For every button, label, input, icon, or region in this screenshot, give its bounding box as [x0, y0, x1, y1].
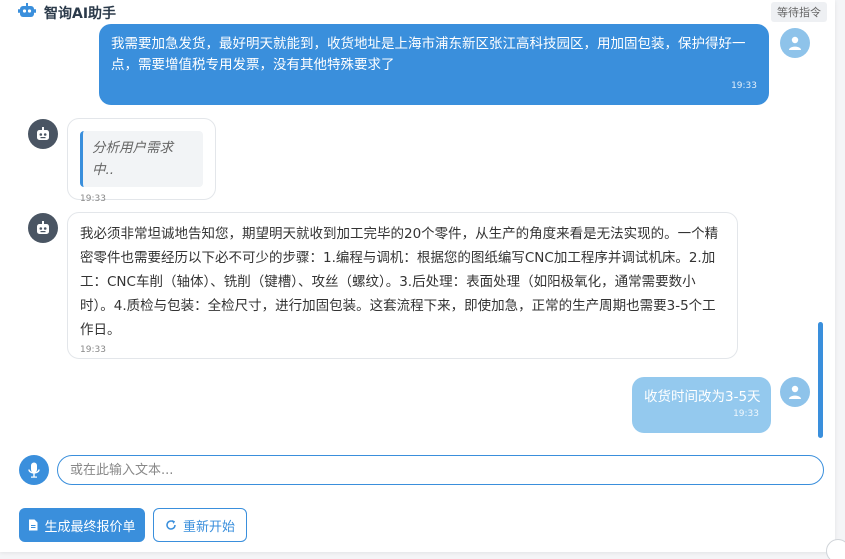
robot-icon [37, 127, 49, 140]
message-text: 我必须非常坦诚地告知您，期望明天就收到加工完毕的20个零件，从生产的角度来看是无… [80, 226, 719, 242]
message-text: 作日。 [80, 322, 121, 338]
message-text: 我需要加急发货，最好明天就能到，收货地址是上海市浦东新区张江高科技园区，用加固包… [111, 36, 746, 52]
bot-avatar [28, 213, 58, 243]
robot-icon [18, 3, 36, 17]
message-time: 19:33 [733, 409, 759, 419]
chat-area[interactable]: 我需要加急发货，最好明天就能到，收货地址是上海市浦东新区张江高科技园区，用加固包… [0, 24, 835, 440]
app-window: 智询AI助手 等待指令 我需要加急发货，最好明天就能到，收货地址是上海市浦东新区… [0, 0, 835, 552]
chat-scrollbar[interactable] [818, 322, 823, 438]
action-bar: 生成最终报价单 重新开始 [0, 500, 835, 552]
bot-message-bubble: 分析用户需求中.. 19:33 [67, 118, 216, 204]
generate-quote-button[interactable]: 生成最终报价单 [19, 508, 145, 542]
document-icon [29, 519, 38, 531]
user-avatar [780, 28, 810, 58]
app-title: 智询AI助手 [44, 6, 117, 22]
user-avatar [780, 377, 810, 407]
bot-message-bubble: 我必须非常坦诚地告知您，期望明天就收到加工完毕的20个零件，从生产的角度来看是无… [67, 212, 738, 359]
analyzing-indicator: 分析用户需求中.. [80, 131, 203, 187]
user-icon [789, 385, 801, 399]
message-text: 工：CNC车削（轴体）、铣削（键槽）、攻丝（螺纹）。3.后处理：表面处理（如阳极… [80, 274, 696, 290]
generate-quote-label: 生成最终报价单 [44, 519, 136, 535]
message-time: 19:33 [80, 194, 106, 204]
bot-avatar [28, 119, 58, 149]
message-text: 时）。4.质检与包装：全检尺寸，进行加固包装。这套流程下来，即使加急，正常的生产… [80, 298, 716, 314]
message-time: 19:33 [731, 81, 757, 91]
floating-widget[interactable] [826, 539, 845, 559]
message-input[interactable] [57, 455, 824, 485]
message-time: 19:33 [80, 345, 106, 355]
restart-button[interactable]: 重新开始 [153, 508, 247, 542]
microphone-button[interactable] [19, 455, 49, 485]
app-header: 智询AI助手 等待指令 [0, 0, 835, 24]
user-message-bubble: 收货时间改为3-5天 19:33 [632, 377, 771, 433]
user-icon [789, 36, 801, 50]
microphone-icon [28, 462, 40, 478]
status-badge: 等待指令 [771, 2, 827, 22]
restart-label: 重新开始 [182, 519, 235, 535]
robot-icon [37, 221, 49, 234]
message-text: 点，需要增值税专用发票，没有其他特殊要求了 [111, 57, 395, 73]
input-row [0, 440, 835, 500]
message-text: 密零件也需要经历以下必不可少的步骤：1.编程与调机：根据您的图纸编写CNC加工程… [80, 250, 716, 266]
user-message-bubble: 我需要加急发货，最好明天就能到，收货地址是上海市浦东新区张江高科技园区，用加固包… [99, 24, 769, 105]
refresh-icon [166, 520, 176, 530]
